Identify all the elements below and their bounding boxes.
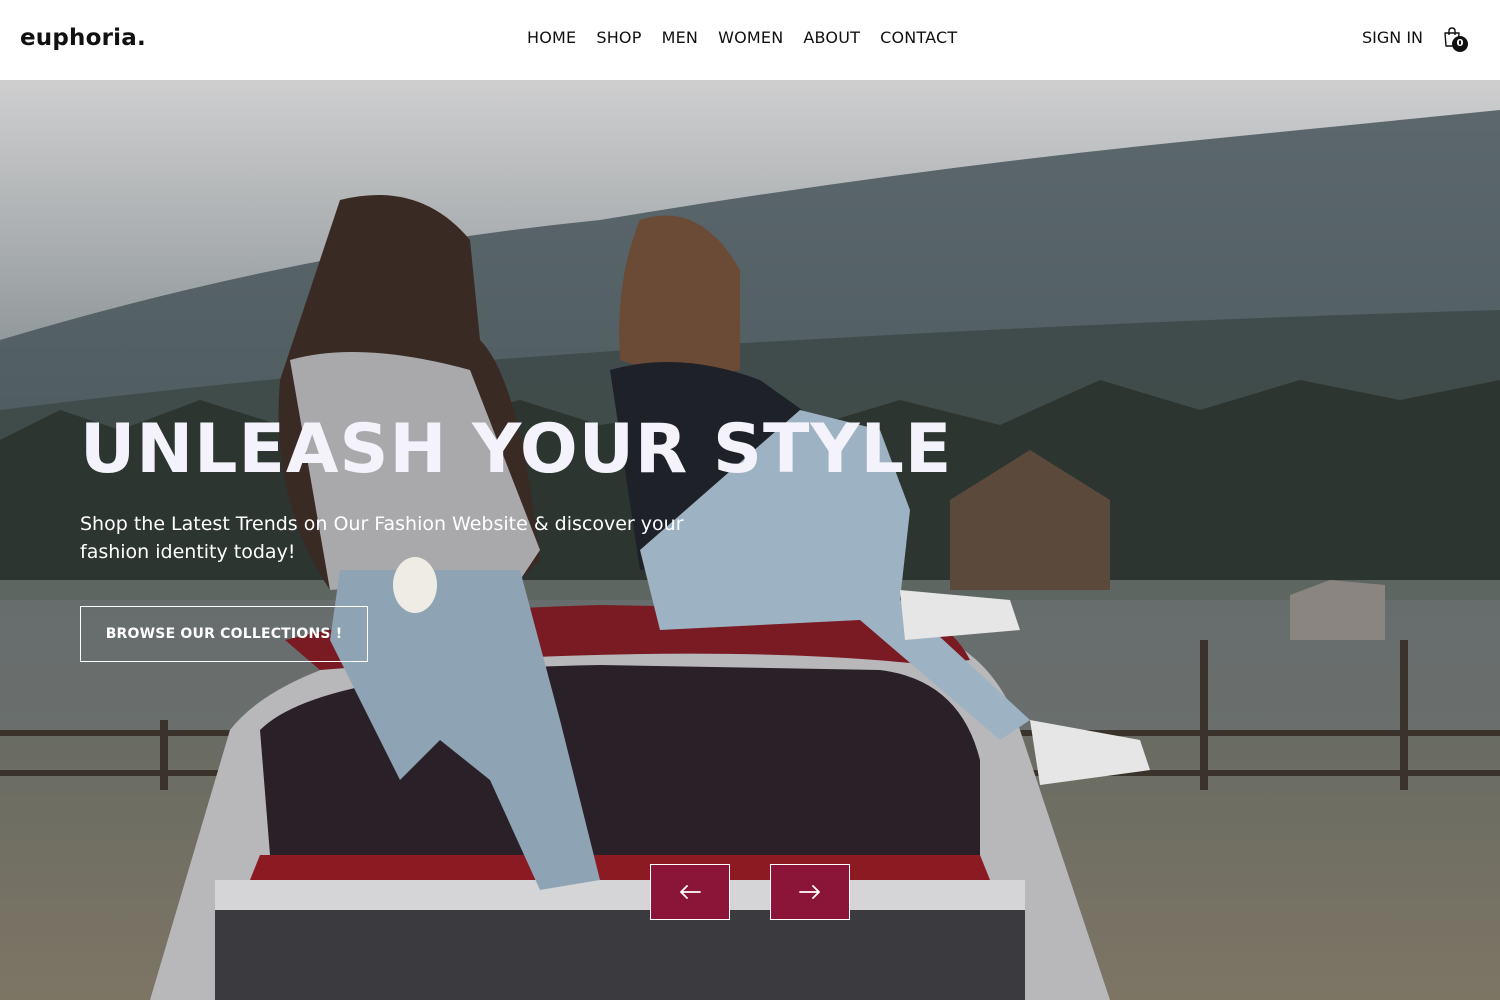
hero-banner: UNLEASH YOUR STYLE Shop the Latest Trend… [0, 80, 1500, 1000]
nav-about[interactable]: ABOUT [803, 28, 860, 47]
hero-subtitle: Shop the Latest Trends on Our Fashion We… [80, 513, 684, 563]
nav-home[interactable]: HOME [527, 28, 576, 47]
hero-title: UNLEASH YOUR STYLE [80, 410, 953, 489]
site-header: euphoria. HOME SHOP MEN WOMEN ABOUT CONT… [0, 0, 1500, 80]
carousel-prev-button[interactable] [650, 864, 730, 920]
sign-in-link[interactable]: SIGN IN [1362, 28, 1423, 47]
cart-button[interactable]: 0 [1442, 26, 1468, 54]
carousel-next-button[interactable] [770, 864, 850, 920]
browse-collections-button[interactable]: BROWSE OUR COLLECTIONS ! [80, 606, 368, 662]
nav-contact[interactable]: CONTACT [880, 28, 957, 47]
main-nav: HOME SHOP MEN WOMEN ABOUT CONTACT [527, 28, 957, 47]
nav-women[interactable]: WOMEN [718, 28, 783, 47]
nav-shop[interactable]: SHOP [596, 28, 641, 47]
arrow-left-icon [680, 885, 701, 899]
logo[interactable]: euphoria. [20, 25, 146, 51]
arrow-right-icon [799, 885, 820, 899]
cart-count-badge: 0 [1452, 36, 1468, 52]
nav-men[interactable]: MEN [662, 28, 698, 47]
